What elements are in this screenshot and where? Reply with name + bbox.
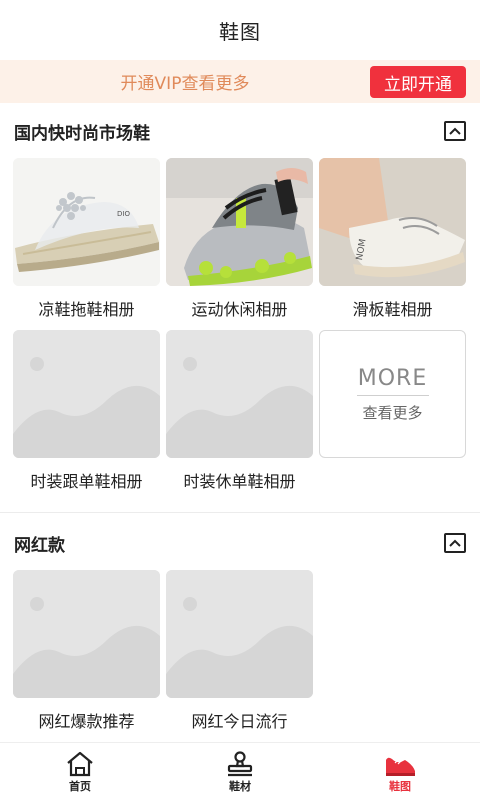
- stamp-icon: [227, 750, 253, 776]
- album-tile-sports[interactable]: 运动休闲相册: [166, 158, 313, 319]
- tile-label: 时装跟单鞋相册: [30, 472, 143, 491]
- placeholder-image: [13, 330, 160, 458]
- section-title: 国内快时尚市场鞋: [14, 123, 150, 144]
- section-title: 网红款: [14, 535, 65, 556]
- see-more-card[interactable]: MORE 查看更多: [319, 330, 466, 458]
- album-tile-sandals[interactable]: DIO 凉鞋拖鞋相册: [13, 158, 160, 319]
- section-divider: [0, 512, 480, 513]
- tab-home[interactable]: 首页: [0, 743, 160, 800]
- open-vip-button[interactable]: 立即开通: [370, 66, 466, 98]
- placeholder-image: [13, 570, 160, 698]
- section-header-influencer: 网红款: [0, 523, 480, 563]
- sneaker-photo: [166, 158, 313, 286]
- tab-label: 鞋材: [229, 779, 251, 793]
- shoe-icon: [386, 757, 415, 776]
- album-tile-trending-today[interactable]: 网红今日流行: [166, 570, 313, 731]
- chevron-up-icon: [449, 127, 461, 135]
- bottom-tab-bar: 首页 鞋材 鞋图: [0, 742, 480, 800]
- tile-label: 凉鞋拖鞋相册: [38, 300, 135, 319]
- collapse-toggle[interactable]: [444, 533, 466, 553]
- more-subtitle: 查看更多: [362, 403, 423, 422]
- sandal-photo: DIO: [13, 158, 160, 286]
- more-divider: [356, 394, 429, 396]
- album-tile-fashion-heels[interactable]: 时装跟单鞋相册: [13, 330, 160, 491]
- placeholder-image: [166, 330, 313, 458]
- collapse-toggle[interactable]: [444, 121, 466, 141]
- chevron-up-icon: [449, 539, 461, 547]
- more-title: MORE: [357, 365, 428, 391]
- tile-label: 网红今日流行: [191, 712, 288, 731]
- svg-text:DIO: DIO: [117, 210, 130, 218]
- placeholder-image: [166, 570, 313, 698]
- vip-promo-text: 开通VIP查看更多: [120, 74, 250, 94]
- section-header-fashion-market: 国内快时尚市场鞋: [0, 111, 480, 151]
- album-tile-hot-picks[interactable]: 网红爆款推荐: [13, 570, 160, 731]
- top-bar: 鞋图: [0, 0, 480, 60]
- vip-banner[interactable]: 开通VIP查看更多 立即开通: [0, 60, 480, 103]
- tile-label: 滑板鞋相册: [352, 300, 433, 319]
- album-tile-skate[interactable]: NOM 滑板鞋相册: [319, 158, 466, 319]
- skate-shoe-photo: NOM: [319, 158, 466, 286]
- page-title: 鞋图: [219, 19, 261, 44]
- tile-label: 时装休单鞋相册: [183, 472, 296, 491]
- tile-label: 网红爆款推荐: [38, 712, 135, 731]
- tab-materials[interactable]: 鞋材: [160, 743, 320, 800]
- tab-label: 鞋图: [389, 779, 411, 793]
- tab-shoe-images[interactable]: 鞋图: [320, 743, 480, 800]
- album-tile-fashion-casual[interactable]: 时装休单鞋相册: [166, 330, 313, 491]
- tile-label: 运动休闲相册: [191, 300, 288, 319]
- tab-label: 首页: [69, 779, 91, 793]
- home-icon: [67, 751, 93, 776]
